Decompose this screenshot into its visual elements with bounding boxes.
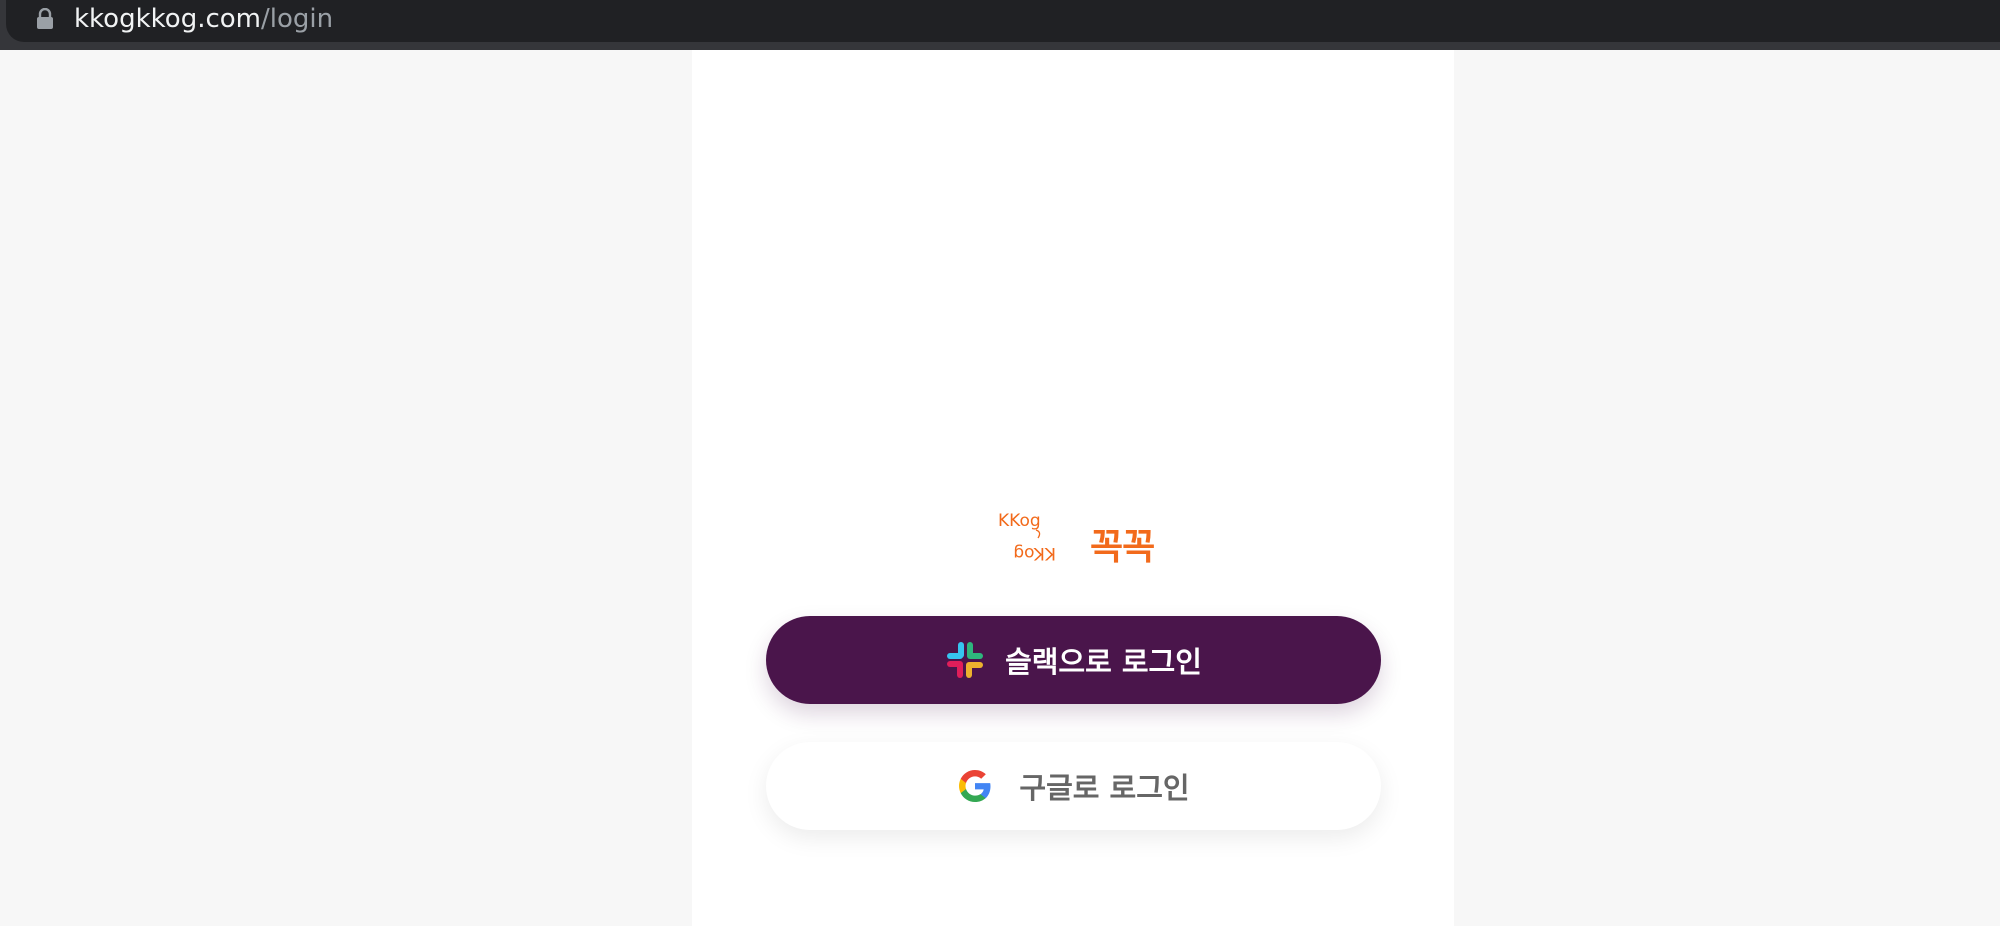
lock-icon — [37, 8, 53, 29]
slack-icon — [947, 642, 984, 678]
logo-mark-top-text: KKog — [998, 511, 1041, 531]
address-bar[interactable]: kkogkkog.com/login — [6, 0, 2000, 42]
slack-login-button[interactable]: 슬랙으로 로그인 — [766, 616, 1381, 704]
url-path: /login — [261, 4, 334, 34]
app-logo: KKog KKog 꼭꼭 — [996, 510, 1176, 570]
google-login-label: 구글로 로그인 — [1019, 771, 1190, 805]
google-icon — [959, 770, 991, 802]
slack-login-label: 슬랙으로 로그인 — [1005, 645, 1202, 679]
google-login-button[interactable]: 구글로 로그인 — [766, 742, 1381, 830]
browser-toolbar: kkogkkog.com/login — [0, 0, 2000, 50]
logo-wordmark: 꼭꼭 — [1090, 527, 1155, 568]
url-host: kkogkkog.com — [74, 4, 261, 34]
url-text[interactable]: kkogkkog.com/login — [74, 3, 333, 35]
logo-mark-bottom-text: KKog — [1013, 543, 1056, 563]
kkogkkog-logo-mark: KKog KKog — [998, 511, 1056, 563]
